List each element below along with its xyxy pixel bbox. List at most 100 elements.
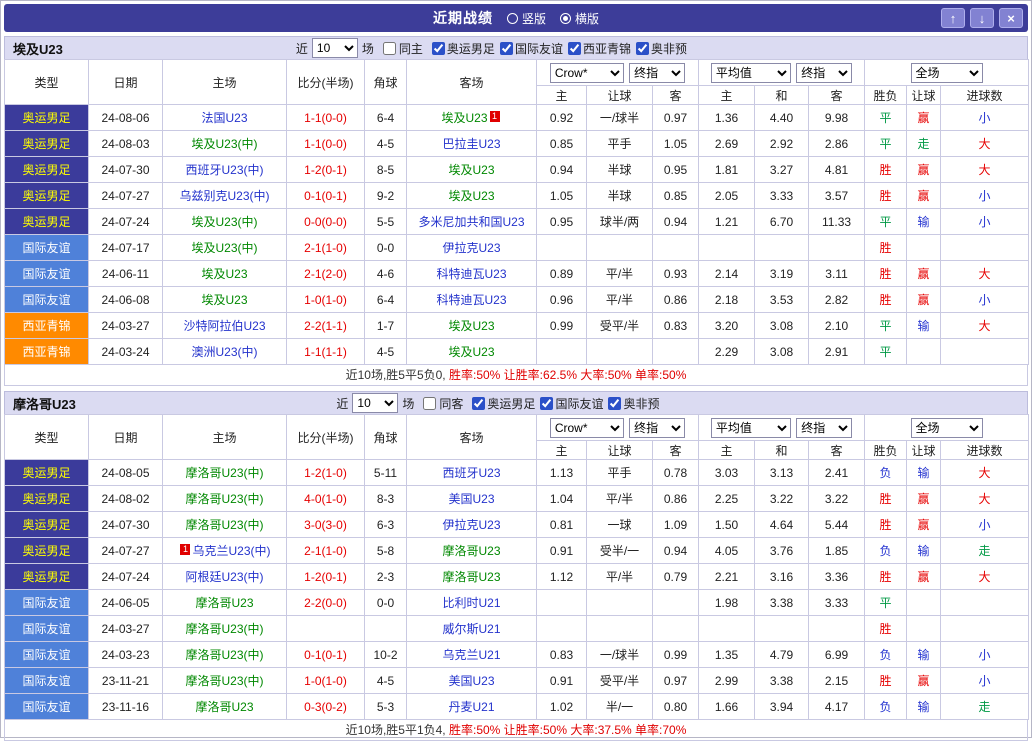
odds-away-cell: 0.86	[651, 485, 700, 512]
match-row: 西亚青锦 24-03-24 澳洲U23(中) 1-1(1-1) 4-5 埃及U23 2.29…	[4, 338, 1030, 365]
goals-result-cell: 小	[940, 182, 1030, 209]
league-filter-checkbox-input[interactable]	[608, 396, 622, 410]
odds-handicap-cell: 一/球半	[586, 641, 653, 668]
avg-index-select[interactable]: 终指	[796, 417, 853, 438]
avg-draw-cell: 3.38	[754, 589, 810, 616]
result-cell: 平	[864, 208, 908, 235]
score-cell: 0-1(0-1)	[286, 641, 365, 668]
league-type-cell: 奥运男足	[4, 156, 89, 183]
league-type-cell: 奥运男足	[4, 537, 89, 564]
odds-away-cell: 1.05	[651, 130, 700, 157]
odds-handicap-cell: 平/半	[586, 286, 653, 313]
avg-source-select[interactable]: 平均值	[710, 62, 791, 83]
odds-index-select[interactable]: 终指	[629, 62, 686, 83]
score-cell: 1-1(0-0)	[286, 104, 365, 131]
recent-count-select[interactable]: 10	[352, 393, 399, 413]
avg-away-cell: 3.11	[808, 260, 866, 287]
match-row: 国际友谊 24-06-05 摩洛哥U23 2-2(0-0) 0-0 比利时U21 1.98 3…	[4, 589, 1030, 616]
col-avg-away: 客	[808, 85, 866, 105]
avg-away-cell: 4.81	[808, 156, 866, 183]
match-row: 国际友谊 24-03-23 摩洛哥U23(中) 0-1(0-1) 10-2 乌克兰U21 0…	[4, 641, 1030, 668]
odds-source-select[interactable]: Crow*	[549, 62, 624, 83]
avg-away-cell: 6.99	[808, 641, 866, 668]
odds-handicap-cell: 平手	[586, 459, 653, 486]
odds-handicap-cell: 受半/一	[586, 537, 653, 564]
score-cell: 1-2(0-1)	[286, 156, 365, 183]
odds-away-cell: 0.78	[651, 459, 700, 486]
odds-home-cell: 0.81	[536, 511, 587, 538]
move-down-button[interactable]: ↓	[970, 8, 994, 28]
date-cell: 23-11-21	[88, 667, 163, 694]
fulltime-select[interactable]: 全场	[910, 417, 983, 438]
move-up-button[interactable]: ↑	[941, 8, 965, 28]
close-button[interactable]: ×	[999, 8, 1023, 28]
league-filter-checkbox-input[interactable]	[540, 396, 554, 410]
layout-vertical-radio[interactable]: 竖版	[506, 10, 546, 27]
goals-result-cell	[940, 234, 1030, 261]
away-team-cell: 埃及U23	[406, 182, 537, 209]
odds-away-cell: 0.85	[651, 182, 700, 209]
home-team-cell: 摩洛哥U23(中)	[162, 667, 287, 694]
avg-index-select[interactable]: 终指	[796, 62, 853, 83]
odds-home-cell: 0.91	[536, 537, 587, 564]
league-filter-label: 奥运男足	[446, 41, 495, 56]
score-cell: 1-1(0-0)	[286, 130, 365, 157]
recent-count-select[interactable]: 10	[311, 38, 358, 58]
date-cell: 24-06-08	[88, 286, 163, 313]
home-team-cell: 阿根廷U23(中)	[162, 563, 287, 590]
layout-horizontal-radio[interactable]: 横版	[560, 10, 599, 27]
score-cell: 3-0(3-0)	[286, 511, 365, 538]
close-icon: ×	[1007, 10, 1015, 26]
score-cell: 1-2(1-0)	[286, 459, 365, 486]
col-home: 主场	[162, 414, 287, 460]
avg-home-cell: 3.20	[698, 312, 756, 339]
league-filter-checkbox[interactable]: 奥非预	[608, 395, 659, 412]
league-filter-checkbox[interactable]: 国际友谊	[540, 395, 603, 412]
avg-away-cell: 2.82	[808, 286, 866, 313]
away-team-cell: 美国U23	[406, 667, 537, 694]
layout-vertical-label: 竖版	[521, 11, 546, 26]
league-filter-checkbox[interactable]: 国际友谊	[499, 40, 563, 57]
section-header: 埃及U23 近 10 场 同主 奥运男足 国际友谊 西亚青锦 奥非预	[4, 36, 1028, 59]
league-filter-checkbox-input[interactable]	[567, 41, 581, 55]
same-venue-checkbox[interactable]: 同主	[382, 40, 424, 57]
league-filter-checkbox[interactable]: 奥非预	[635, 40, 687, 57]
avg-home-cell: 1.98	[698, 589, 756, 616]
same-venue-checkbox-input[interactable]	[382, 41, 396, 55]
avg-draw-cell: 4.40	[754, 104, 810, 131]
league-filter-checkbox[interactable]: 奥运男足	[431, 40, 495, 57]
league-type-cell: 奥运男足	[4, 208, 89, 235]
col-result: 胜负	[864, 440, 908, 460]
home-team-cell: 乌兹别克U23(中)	[162, 182, 287, 209]
score-cell: 2-2(1-1)	[286, 312, 365, 339]
odds-away-cell: 0.86	[651, 286, 700, 313]
games-label: 场	[402, 396, 415, 411]
league-filter-checkbox[interactable]: 奥运男足	[472, 395, 535, 412]
league-filter-label: 国际友谊	[514, 41, 563, 56]
avg-source-select[interactable]: 平均值	[710, 417, 791, 438]
odds-index-select[interactable]: 终指	[629, 417, 686, 438]
col-home: 主场	[162, 59, 287, 105]
same-venue-checkbox[interactable]: 同客	[423, 395, 464, 412]
away-team-cell: 威尔斯U21	[406, 615, 537, 642]
odds-source-select[interactable]: Crow*	[549, 417, 624, 438]
league-type-cell: 奥运男足	[4, 182, 89, 209]
date-cell: 24-07-24	[88, 563, 163, 590]
league-filter-checkbox-input[interactable]	[499, 41, 513, 55]
same-venue-checkbox-input[interactable]	[423, 396, 437, 410]
corner-cell: 8-3	[364, 485, 407, 512]
score-cell: 1-1(1-1)	[286, 338, 365, 365]
league-filter-checkbox-input[interactable]	[472, 396, 486, 410]
avg-source-header: 平均值 终指	[698, 59, 866, 86]
filter-controls: 近 10 场 同主 奥运男足 国际友谊 西亚青锦 奥非预	[295, 38, 687, 58]
league-filter-checkbox[interactable]: 西亚青锦	[567, 40, 631, 57]
avg-draw-cell: 3.16	[754, 563, 810, 590]
league-filter-checkbox-input[interactable]	[635, 41, 649, 55]
goals-result-cell: 大	[940, 312, 1030, 339]
odds-home-cell: 0.85	[536, 130, 587, 157]
league-filter-checkbox-input[interactable]	[431, 41, 445, 55]
fulltime-select[interactable]: 全场	[910, 62, 983, 83]
odds-away-cell: 0.97	[651, 667, 700, 694]
home-team-cell: 西班牙U23(中)	[162, 156, 287, 183]
avg-away-cell: 11.33	[808, 208, 866, 235]
